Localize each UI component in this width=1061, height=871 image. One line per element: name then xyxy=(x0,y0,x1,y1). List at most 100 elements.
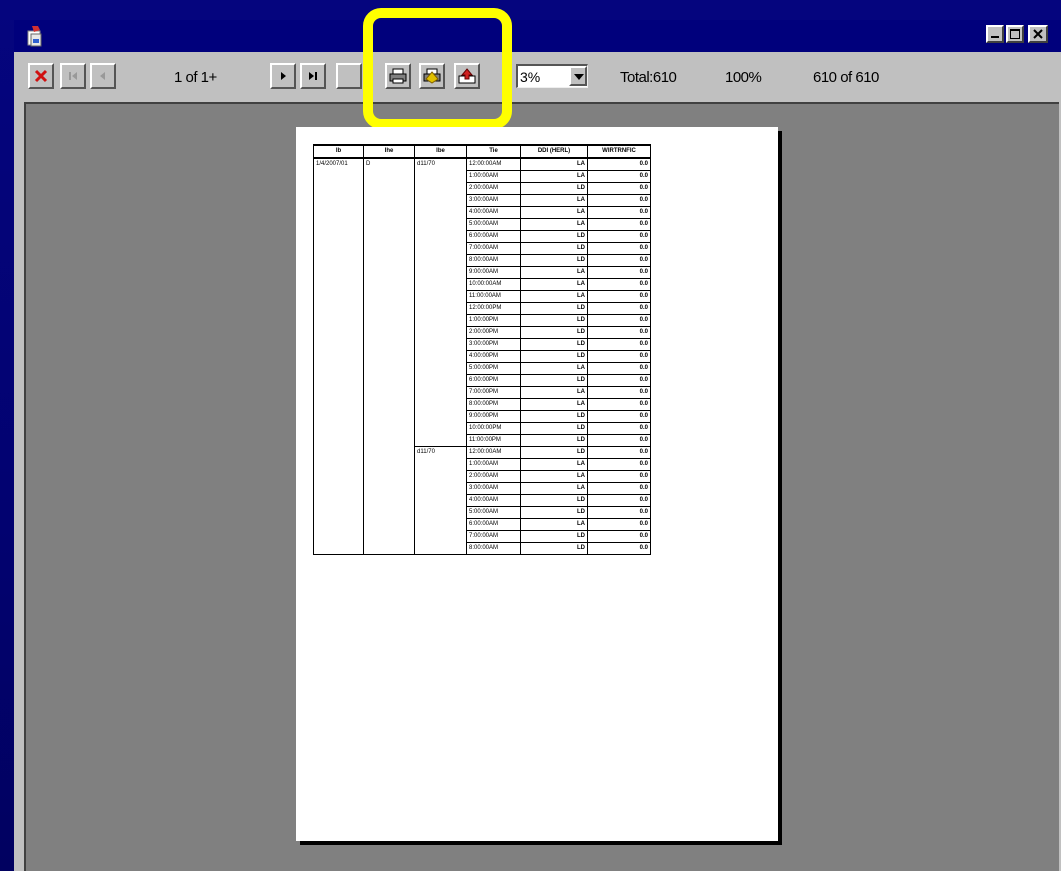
previous-page-icon[interactable] xyxy=(90,63,116,89)
table-row: 1:00:00AM LA 0.0 xyxy=(313,170,651,183)
table-cell xyxy=(363,302,415,315)
zoom-select[interactable]: 3% xyxy=(516,64,588,88)
table-cell xyxy=(313,398,364,411)
table-cell xyxy=(363,194,415,207)
table-cell xyxy=(414,542,467,555)
table-cell: 7:00:00AM xyxy=(466,530,521,543)
table-cell: 0.0 xyxy=(587,374,651,387)
table-row: 2:00:00AM LD 0.0 xyxy=(313,182,651,195)
table-cell xyxy=(363,350,415,363)
table-cell xyxy=(414,422,467,435)
maximize-icon[interactable] xyxy=(1006,25,1024,43)
table-cell xyxy=(313,458,364,471)
table-cell: 5:00:00PM xyxy=(466,362,521,375)
table-cell xyxy=(363,518,415,531)
table-cell: LA xyxy=(520,206,588,219)
report-page: Ib Ihe Ibe Tie DDI (HERL) WIRTRNFIC 1/4/2007/… xyxy=(296,127,778,841)
table-row: 7:00:00AM LD 0.0 xyxy=(313,242,651,255)
table-cell xyxy=(363,398,415,411)
table-row: 2:00:00AM LA 0.0 xyxy=(313,470,651,483)
table-cell xyxy=(363,326,415,339)
table-cell xyxy=(414,470,467,483)
table-row: 8:00:00AM LD 0.0 xyxy=(313,254,651,267)
table-cell xyxy=(363,314,415,327)
table-cell: 6:00:00AM xyxy=(466,230,521,243)
table-cell xyxy=(414,170,467,183)
table-cell xyxy=(313,362,364,375)
last-page-icon[interactable] xyxy=(300,63,326,89)
table-cell: 0.0 xyxy=(587,458,651,471)
minimize-icon[interactable] xyxy=(986,25,1004,43)
table-row: 3:00:00PM LD 0.0 xyxy=(313,338,651,351)
table-cell: 0.0 xyxy=(587,362,651,375)
table-cell xyxy=(414,242,467,255)
table-cell xyxy=(414,278,467,291)
table-cell xyxy=(363,290,415,303)
table-cell: LD xyxy=(520,350,588,363)
table-row: 2:00:00PM LD 0.0 xyxy=(313,326,651,339)
table-cell: LA xyxy=(520,398,588,411)
table-cell xyxy=(414,266,467,279)
table-cell: 6:00:00PM xyxy=(466,374,521,387)
table-cell: 0.0 xyxy=(587,290,651,303)
chevron-down-icon[interactable] xyxy=(569,66,587,86)
table-row: 4:00:00PM LD 0.0 xyxy=(313,350,651,363)
column-header: Ib xyxy=(313,144,364,159)
table-cell xyxy=(363,494,415,507)
table-cell: 0.0 xyxy=(587,194,651,207)
table-cell: LD xyxy=(520,314,588,327)
table-cell: 0.0 xyxy=(587,278,651,291)
table-row: 8:00:00PM LA 0.0 xyxy=(313,398,651,411)
table-cell: LD xyxy=(520,230,588,243)
table-cell: 0.0 xyxy=(587,506,651,519)
table-cell xyxy=(363,338,415,351)
table-cell: 0.0 xyxy=(587,530,651,543)
table-cell: LD xyxy=(520,254,588,267)
table-cell: 0.0 xyxy=(587,434,651,447)
table-cell xyxy=(414,530,467,543)
table-cell: 7:00:00PM xyxy=(466,386,521,399)
next-page-icon[interactable] xyxy=(270,63,296,89)
table-cell: 0.0 xyxy=(587,398,651,411)
table-cell xyxy=(313,290,364,303)
table-cell: LD xyxy=(520,542,588,555)
table-cell: 8:00:00AM xyxy=(466,254,521,267)
table-cell: 0.0 xyxy=(587,350,651,363)
table-cell xyxy=(363,242,415,255)
table-cell xyxy=(363,182,415,195)
table-row: 6:00:00AM LA 0.0 xyxy=(313,518,651,531)
table-cell xyxy=(313,494,364,507)
table-cell xyxy=(414,434,467,447)
table-cell: 9:00:00AM xyxy=(466,266,521,279)
table-cell xyxy=(363,422,415,435)
table-cell: 7:00:00AM xyxy=(466,242,521,255)
records-label: 610 of 610 xyxy=(813,69,879,86)
stop-icon[interactable] xyxy=(336,63,362,89)
table-row: 5:00:00AM LA 0.0 xyxy=(313,218,651,231)
table-cell: 3:00:00AM xyxy=(466,482,521,495)
table-cell xyxy=(313,350,364,363)
table-cell xyxy=(313,386,364,399)
table-cell: LA xyxy=(520,386,588,399)
table-cell xyxy=(313,170,364,183)
table-cell xyxy=(363,230,415,243)
table-cell: LD xyxy=(520,446,588,459)
table-cell xyxy=(363,446,415,459)
table-cell: LA xyxy=(520,218,588,231)
close-report-icon[interactable] xyxy=(28,63,54,89)
table-cell: 10:00:00PM xyxy=(466,422,521,435)
column-header: Tie xyxy=(466,144,521,159)
table-cell xyxy=(313,530,364,543)
table-cell xyxy=(363,542,415,555)
table-cell xyxy=(313,434,364,447)
table-cell: 0.0 xyxy=(587,170,651,183)
table-cell: LA xyxy=(520,170,588,183)
table-cell xyxy=(313,266,364,279)
table-cell: LA xyxy=(520,266,588,279)
toolbar-highlight xyxy=(363,8,512,129)
first-page-icon[interactable] xyxy=(60,63,86,89)
table-cell: 8:00:00AM xyxy=(466,542,521,555)
report-table: Ib Ihe Ibe Tie DDI (HERL) WIRTRNFIC 1/4/2007/… xyxy=(313,144,651,555)
close-icon[interactable] xyxy=(1028,25,1048,43)
table-cell xyxy=(414,386,467,399)
